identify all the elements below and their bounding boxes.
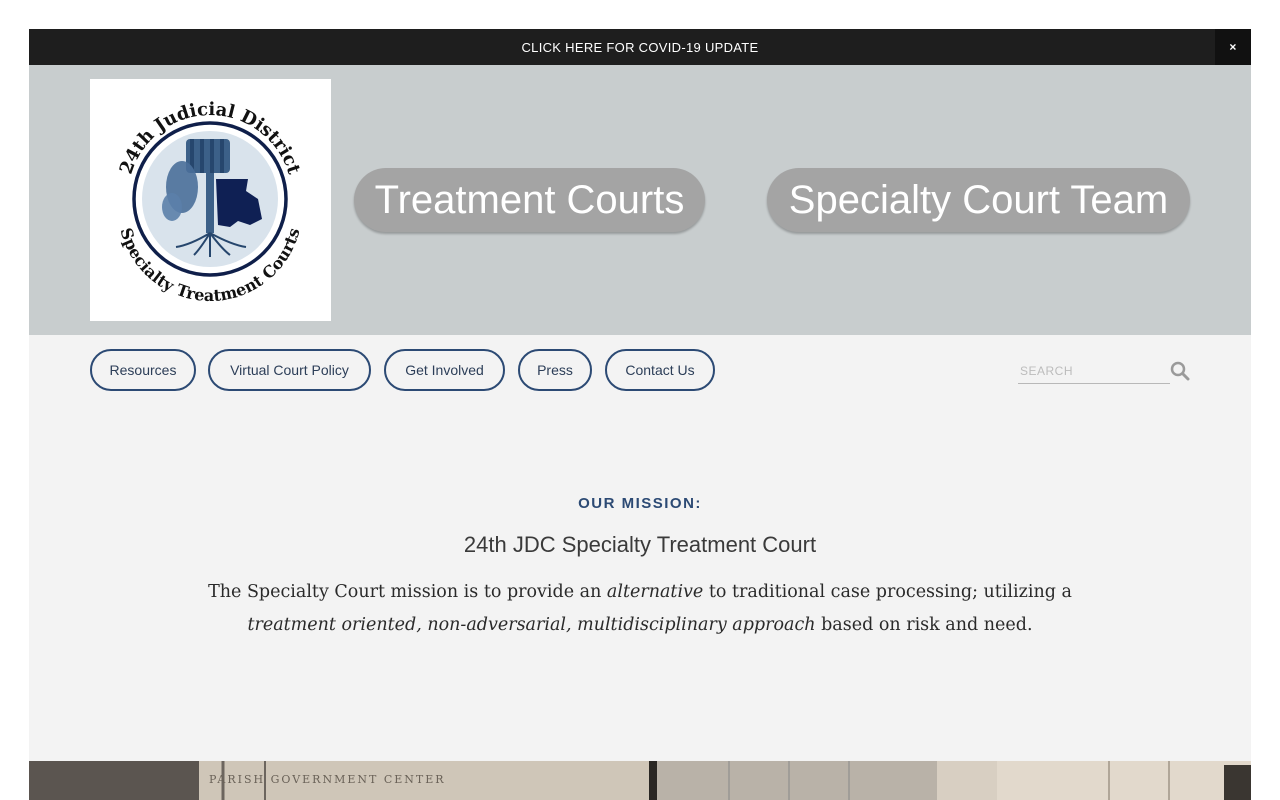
building-photo-image: PARISH GOVERNMENT CENTER (29, 761, 1251, 800)
treatment-courts-label[interactable]: Treatment Courts (375, 178, 685, 223)
search-icon[interactable] (1170, 361, 1190, 381)
nav-item-press[interactable]: Press (518, 349, 592, 391)
page-frame: CLICK HERE FOR COVID-19 UPDATE × 24th Ju… (29, 29, 1251, 800)
mission-text-emphasis: treatment oriented, non-adversarial, mul… (247, 615, 816, 635)
specialty-court-team-button[interactable]: Specialty Court Team (767, 168, 1190, 232)
nav-item-label[interactable]: Press (537, 362, 573, 378)
mission-text-part: based on risk and need. (815, 615, 1033, 635)
close-announcement-button[interactable]: × (1215, 29, 1251, 65)
nav-item-virtual-court-policy[interactable]: Virtual Court Policy (208, 349, 371, 391)
mission-text-part: to traditional case processing; utilizin… (703, 582, 1072, 602)
treatment-courts-button[interactable]: Treatment Courts (354, 168, 705, 232)
nav-item-label[interactable]: Resources (110, 362, 177, 378)
announcement-text[interactable]: CLICK HERE FOR COVID-19 UPDATE (521, 40, 758, 55)
site-logo[interactable]: 24th Judicial District Specialty Treatme… (90, 79, 331, 321)
specialty-court-team-label[interactable]: Specialty Court Team (789, 178, 1168, 223)
nav-item-get-involved[interactable]: Get Involved (384, 349, 505, 391)
logo-seal-icon: 24th Judicial District Specialty Treatme… (116, 99, 305, 305)
building-sign-text: PARISH GOVERNMENT CENTER (209, 773, 446, 786)
mission-statement: The Specialty Court mission is to provid… (199, 576, 1081, 642)
main-content: Resources Virtual Court Policy Get Invol… (29, 335, 1251, 761)
mission-text-part: The Specialty Court mission is to provid… (208, 582, 607, 602)
mission-text-emphasis: alternative (606, 582, 704, 602)
nav-item-contact-us[interactable]: Contact Us (605, 349, 715, 391)
close-icon[interactable]: × (1229, 40, 1236, 54)
mission-title: 24th JDC Specialty Treatment Court (463, 532, 817, 557)
mission-label: OUR MISSION: (578, 495, 702, 512)
site-header: 24th Judicial District Specialty Treatme… (29, 65, 1251, 335)
government-center-photo: PARISH GOVERNMENT CENTER (29, 761, 1251, 800)
search-input[interactable] (1018, 359, 1170, 384)
covid-announcement-bar[interactable]: CLICK HERE FOR COVID-19 UPDATE × (29, 29, 1251, 65)
nav-item-label[interactable]: Contact Us (625, 362, 694, 378)
nav-item-label[interactable]: Virtual Court Policy (230, 362, 349, 378)
nav-item-resources[interactable]: Resources (90, 349, 196, 391)
nav-item-label[interactable]: Get Involved (405, 362, 484, 378)
